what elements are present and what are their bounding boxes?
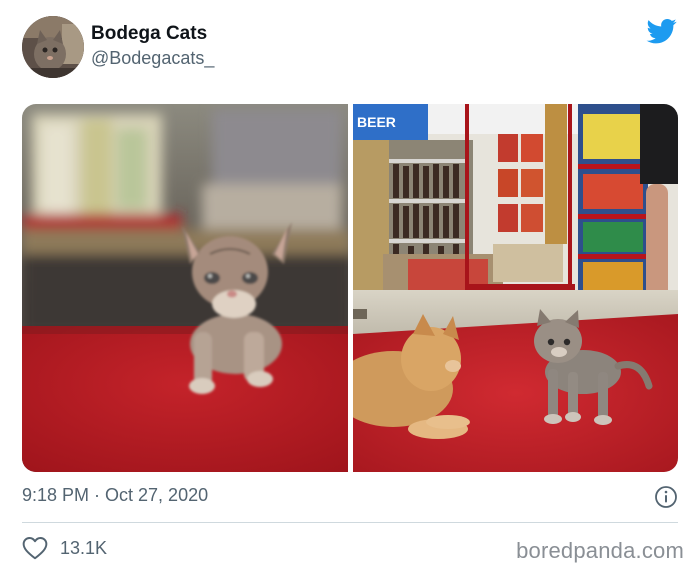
photo-kitten-closeup[interactable] [22, 104, 348, 472]
display-name[interactable]: Bodega Cats [91, 23, 207, 45]
twitter-bird-icon[interactable] [646, 16, 678, 46]
avatar[interactable] [22, 16, 84, 78]
photo-store-cats[interactable]: BEER [353, 104, 678, 472]
tweet-card: Bodega Cats @Bodegacats_ BEER 9:18 PM · … [0, 0, 700, 575]
user-handle[interactable]: @Bodegacats_ [91, 48, 214, 69]
watermark: boredpanda.com [516, 538, 684, 563]
tweet-timestamp[interactable]: 9:18 PM · Oct 27, 2020 [22, 485, 208, 506]
like-count[interactable]: 13.1K [60, 538, 107, 559]
beer-sign: BEER [357, 114, 396, 130]
heart-icon[interactable] [22, 536, 48, 560]
divider [22, 522, 678, 523]
info-icon[interactable] [654, 485, 678, 509]
photo-grid: BEER [22, 104, 678, 472]
